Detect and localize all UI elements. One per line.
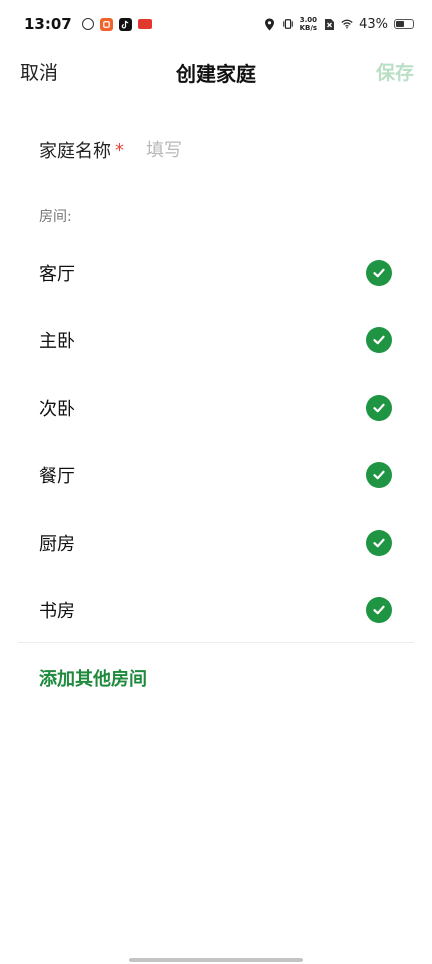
status-left: 13:07 — [24, 15, 152, 33]
room-label: 餐厅 — [39, 466, 75, 488]
checkmark-icon[interactable] — [366, 394, 392, 421]
create-family-page: 13:07 3.00 KB/s 43% 取消 创建家庭 保存 家庭名称 * 填写… — [0, 0, 432, 964]
wifi-icon — [341, 18, 353, 30]
vibrate-icon — [282, 18, 294, 30]
battery-percent: 43% — [359, 16, 388, 32]
location-icon — [264, 18, 276, 30]
status-time: 13:07 — [24, 15, 72, 33]
status-bar: 13:07 3.00 KB/s 43% — [0, 0, 432, 48]
room-item-kitchen[interactable]: 厨房 — [0, 509, 432, 577]
status-right: 3.00 KB/s 43% — [264, 16, 414, 32]
net-speed-unit: KB/s — [299, 24, 318, 32]
room-label: 次卧 — [39, 398, 75, 420]
required-mark: * — [115, 139, 124, 161]
family-name-input[interactable] — [146, 139, 346, 161]
room-item-living-room[interactable]: 客厅 — [0, 239, 432, 307]
nav-header: 取消 创建家庭 保存 — [0, 48, 432, 94]
room-list: 客厅 主卧 次卧 餐厅 厨房 书房 — [0, 239, 432, 644]
network-speed: 3.00 KB/s — [300, 16, 317, 32]
room-label: 主卧 — [39, 331, 75, 353]
tiktok-icon — [118, 17, 132, 31]
orange-app-icon — [99, 17, 113, 31]
room-label: 厨房 — [39, 533, 75, 555]
home-indicator[interactable] — [129, 958, 303, 962]
room-label: 客厅 — [39, 263, 75, 285]
no-sim-icon — [323, 18, 335, 30]
checkmark-icon[interactable] — [366, 529, 392, 556]
room-item-master-bedroom[interactable]: 主卧 — [0, 307, 432, 375]
family-name-label: 家庭名称 — [39, 141, 111, 162]
page-title: 创建家庭 — [176, 62, 256, 86]
room-item-second-bedroom[interactable]: 次卧 — [0, 374, 432, 442]
add-other-room-button[interactable]: 添加其他房间 — [39, 665, 147, 691]
checkmark-icon[interactable] — [366, 259, 392, 286]
battery-icon — [394, 19, 414, 29]
save-button[interactable]: 保存 — [376, 58, 414, 85]
battery-fill — [396, 21, 404, 27]
room-item-study[interactable]: 书房 — [0, 577, 432, 645]
checkmark-icon[interactable] — [366, 597, 392, 624]
room-label: 书房 — [39, 601, 75, 623]
red-app-icon — [137, 19, 152, 29]
rooms-section-label: 房间: — [39, 209, 72, 225]
family-name-row: 家庭名称 * — [39, 137, 346, 163]
checkmark-icon[interactable] — [366, 462, 392, 489]
checkmark-icon[interactable] — [366, 327, 392, 354]
net-speed-value: 3.00 — [299, 16, 317, 24]
room-item-dining-room[interactable]: 餐厅 — [0, 442, 432, 510]
divider — [18, 642, 414, 643]
leaf-app-icon — [81, 18, 94, 30]
